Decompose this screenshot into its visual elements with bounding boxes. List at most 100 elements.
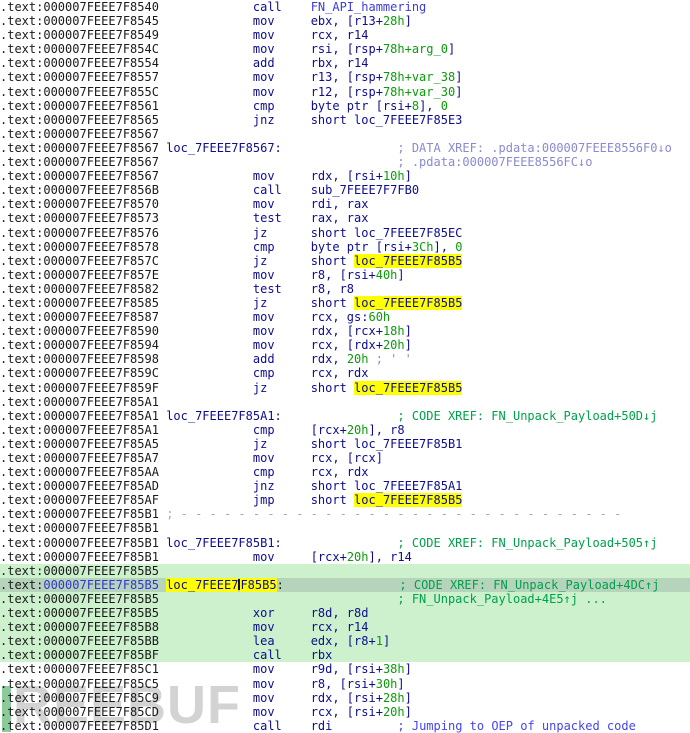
asm-token[interactable]: .text:000007FEEE7F8545 (0, 14, 159, 28)
asm-line[interactable]: .text:000007FEEE7F8585 jz short loc_7FEE… (0, 295, 690, 310)
asm-token[interactable]: .text:000007FEEE7F8549 (0, 28, 159, 42)
asm-token[interactable]: ; FN_Unpack_Payload+4E5↑j ... (397, 592, 607, 606)
asm-token[interactable]: r13, [rsp+ (311, 70, 383, 84)
asm-line[interactable]: .text:000007FEEE7F85A1 loc_7FEEE7F85A1: … (0, 409, 690, 423)
asm-token[interactable]: .text:000007FEEE7F85D1 (0, 719, 159, 733)
asm-line[interactable]: .text:000007FEEE7F85AF jmp short loc_7FE… (0, 493, 690, 508)
asm-token[interactable]: ], r8 (369, 423, 405, 437)
asm-token[interactable]: 3Ch (412, 240, 434, 254)
asm-token[interactable]: .text:000007FEEE7F85A1 (0, 409, 159, 423)
asm-token[interactable]: .text:000007FEEE7F856B (0, 183, 159, 197)
asm-token[interactable]: ] (405, 662, 412, 676)
asm-token[interactable]: jz (253, 437, 267, 451)
asm-token[interactable]: loc_7FEEE7F85A1: (166, 409, 282, 423)
asm-token[interactable]: mov (253, 705, 275, 719)
asm-token[interactable]: 10h (383, 169, 405, 183)
asm-token[interactable]: [rcx+ (311, 550, 347, 564)
asm-token[interactable]: .text:000007FEEE7F85B5 (0, 606, 159, 620)
asm-token[interactable]: .text:000007FEEE7F85A5 (0, 437, 159, 451)
asm-token[interactable]: ; CODE XREF: FN_Unpack_Payload+50D↓j (397, 409, 657, 423)
asm-token[interactable]: ; Jumping to OEP of unpacked code (397, 719, 635, 733)
asm-token[interactable]: 20h (383, 705, 405, 719)
asm-token[interactable]: rcx, r14 (311, 620, 369, 634)
asm-token[interactable]: 18h (383, 324, 405, 338)
asm-token[interactable]: .text:000007FEEE7F8578 (0, 240, 159, 254)
asm-token[interactable]: short loc_7FEEE7F85A1 (311, 479, 463, 493)
asm-line[interactable]: .text:000007FEEE7F8565 jnz short loc_7FE… (0, 113, 690, 127)
asm-token[interactable]: rax, rax (311, 211, 369, 225)
asm-line[interactable]: .text:000007FEEE7F8549 mov rcx, r14 (0, 28, 690, 42)
asm-token[interactable]: cmp (253, 465, 275, 479)
asm-token[interactable]: loc_7FEEE7 (166, 577, 239, 592)
asm-token[interactable]: add (253, 352, 275, 366)
asm-token[interactable]: ] (455, 70, 462, 84)
asm-token[interactable]: .text:000007FEEE7F8540 (0, 0, 159, 14)
asm-token[interactable]: .text:000007FEEE7F8582 (0, 282, 159, 296)
asm-token[interactable]: mov (253, 324, 275, 338)
asm-token[interactable]: ] (405, 338, 412, 352)
asm-token[interactable]: .text:000007FEEE7F85BF (0, 648, 159, 662)
asm-token[interactable]: jz (253, 226, 267, 240)
asm-token[interactable]: .text:000007FEEE7F859C (0, 366, 159, 380)
asm-token[interactable]: ebx, [r13+ (311, 14, 383, 28)
asm-line[interactable]: .text:000007FEEE7F8567 (0, 127, 690, 141)
asm-line[interactable]: .text:000007FEEE7F85C9 mov rdx, [rsi+28h… (0, 691, 690, 705)
asm-token[interactable]: short (311, 493, 354, 507)
asm-line[interactable]: .text:000007FEEE7F857E mov r8, [rsi+40h] (0, 268, 690, 282)
asm-token[interactable]: ] (397, 268, 404, 282)
asm-token[interactable]: call (253, 719, 282, 733)
asm-token[interactable]: r8, [rsi+ (311, 268, 376, 282)
disassembly-listing[interactable]: .text:000007FEEE7F8540 call FN_API_hamme… (0, 0, 690, 733)
asm-token[interactable]: cmp (253, 99, 275, 113)
asm-token[interactable]: .text:000007FEEE7F85C9 (0, 691, 159, 705)
asm-token[interactable]: jnz (253, 113, 275, 127)
asm-line[interactable]: .text:000007FEEE7F8578 cmp byte ptr [rsi… (0, 240, 690, 254)
asm-token[interactable]: 20h (347, 352, 369, 366)
asm-line[interactable]: .text:000007FEEE7F8567 loc_7FEEE7F8567: … (0, 141, 690, 155)
asm-token[interactable]: ] (405, 169, 412, 183)
asm-token[interactable]: short loc_7FEEE7F85EC (311, 226, 463, 240)
asm-line[interactable]: .text:000007FEEE7F8594 mov rcx, [rdx+20h… (0, 338, 690, 352)
asm-token[interactable]: mov (253, 169, 275, 183)
asm-token[interactable]: .text:000007FEEE7F8573 (0, 211, 159, 225)
asm-token[interactable]: 28h (383, 14, 405, 28)
asm-token[interactable]: 60h (368, 310, 390, 324)
asm-token[interactable]: .text:000007FEEE7F8561 (0, 99, 159, 113)
asm-line[interactable]: .text:000007FEEE7F8545 mov ebx, [r13+28h… (0, 14, 690, 28)
asm-line[interactable]: .text:000007FEEE7F85B8 mov rcx, r14 (0, 620, 690, 635)
asm-token[interactable]: mov (253, 85, 275, 99)
asm-token[interactable]: mov (253, 310, 275, 324)
asm-token[interactable]: jnz (253, 479, 275, 493)
asm-token[interactable]: 8 (412, 99, 419, 113)
asm-token[interactable]: FN_API_hammering (311, 0, 427, 14)
asm-token[interactable]: short (311, 254, 354, 268)
asm-token[interactable]: rdi (311, 719, 333, 733)
asm-token[interactable]: .text:000007FEEE7F855C (0, 85, 159, 99)
asm-token[interactable]: rcx, r14 (311, 28, 369, 42)
asm-token[interactable]: r9d, [rsi+ (311, 662, 383, 676)
asm-token[interactable]: .text:000007FEEE7F8570 (0, 197, 159, 211)
asm-token[interactable]: .text:000007FEEE7F854C (0, 42, 159, 56)
asm-token[interactable]: mov (253, 620, 275, 634)
asm-token[interactable]: .text:000007FEEE7F8567 (0, 141, 159, 155)
asm-line[interactable]: .text:000007FEEE7F8590 mov rdx, [rcx+18h… (0, 324, 690, 338)
asm-token[interactable]: ; ' ' (376, 352, 412, 366)
asm-line[interactable]: .text:000007FEEE7F85A1 (0, 395, 690, 409)
asm-token[interactable]: .text:000007FEEE7F85AA (0, 465, 159, 479)
asm-line[interactable]: .text:000007FEEE7F8540 call FN_API_hamme… (0, 0, 690, 14)
asm-token[interactable]: lea (253, 634, 275, 648)
asm-token[interactable]: rbx, r14 (311, 56, 369, 70)
asm-line[interactable]: .text:000007FEEE7F8570 mov rdi, rax (0, 197, 690, 211)
asm-line[interactable]: .text:000007FEEE7F85A1 cmp [rcx+20h], r8 (0, 423, 690, 437)
asm-token[interactable]: r8d, r8d (311, 606, 369, 620)
asm-token[interactable]: mov (253, 42, 275, 56)
asm-token[interactable]: .text:000007FEEE7F85A1 (0, 395, 159, 409)
asm-token[interactable]: .text:000007FEEE7F8590 (0, 324, 159, 338)
asm-line[interactable]: .text:000007FEEE7F8587 mov rcx, gs:60h (0, 310, 690, 324)
asm-token[interactable]: rdi, rax (311, 197, 369, 211)
asm-token[interactable]: loc_7FEEE7F85B5 (354, 253, 463, 268)
asm-token[interactable]: edx, [r8+ (311, 634, 376, 648)
asm-line[interactable]: .text:000007FEEE7F85BF call rbx (0, 648, 690, 663)
asm-token[interactable]: sub_7FEEE7F7FB0 (311, 183, 419, 197)
asm-token[interactable]: rcx, gs: (311, 310, 369, 324)
